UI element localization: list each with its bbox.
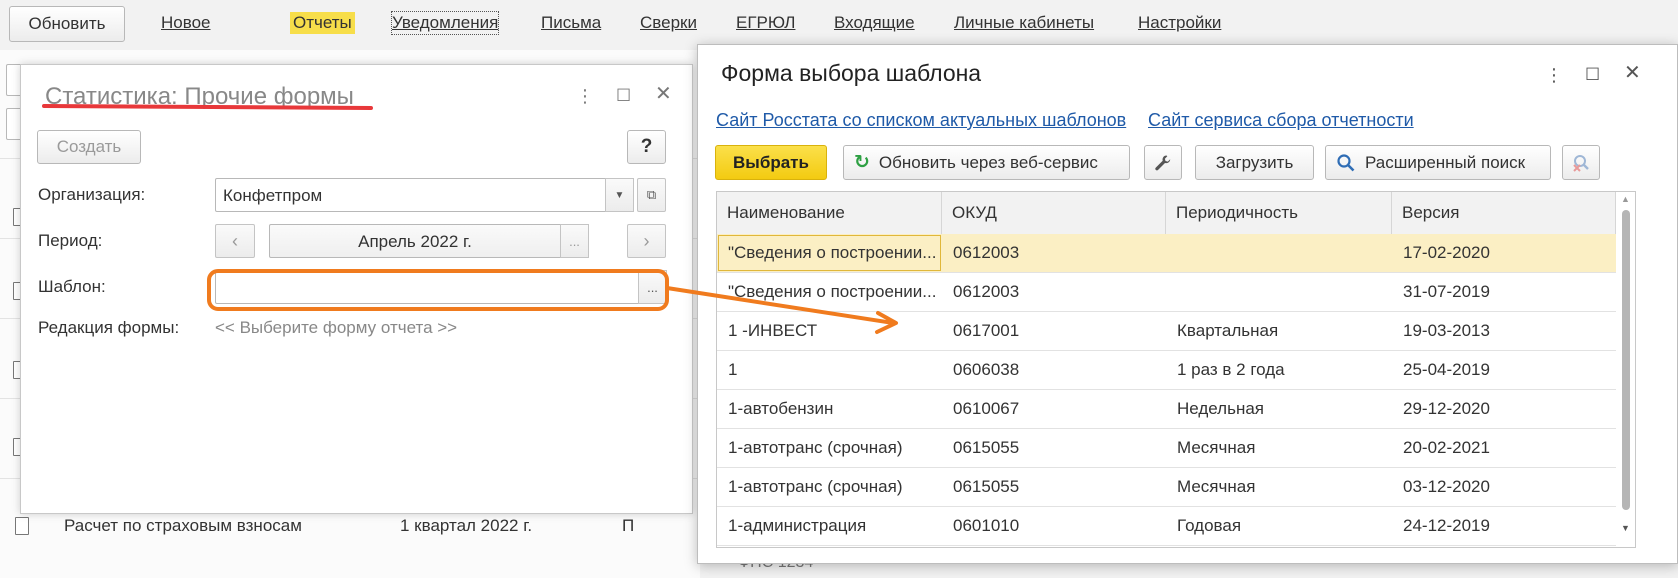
arrow-annotation [665, 286, 895, 325]
title-underline-annotation [42, 104, 373, 110]
annotation-overlay [42, 104, 898, 334]
template-field-highlight-annotation [207, 269, 669, 311]
